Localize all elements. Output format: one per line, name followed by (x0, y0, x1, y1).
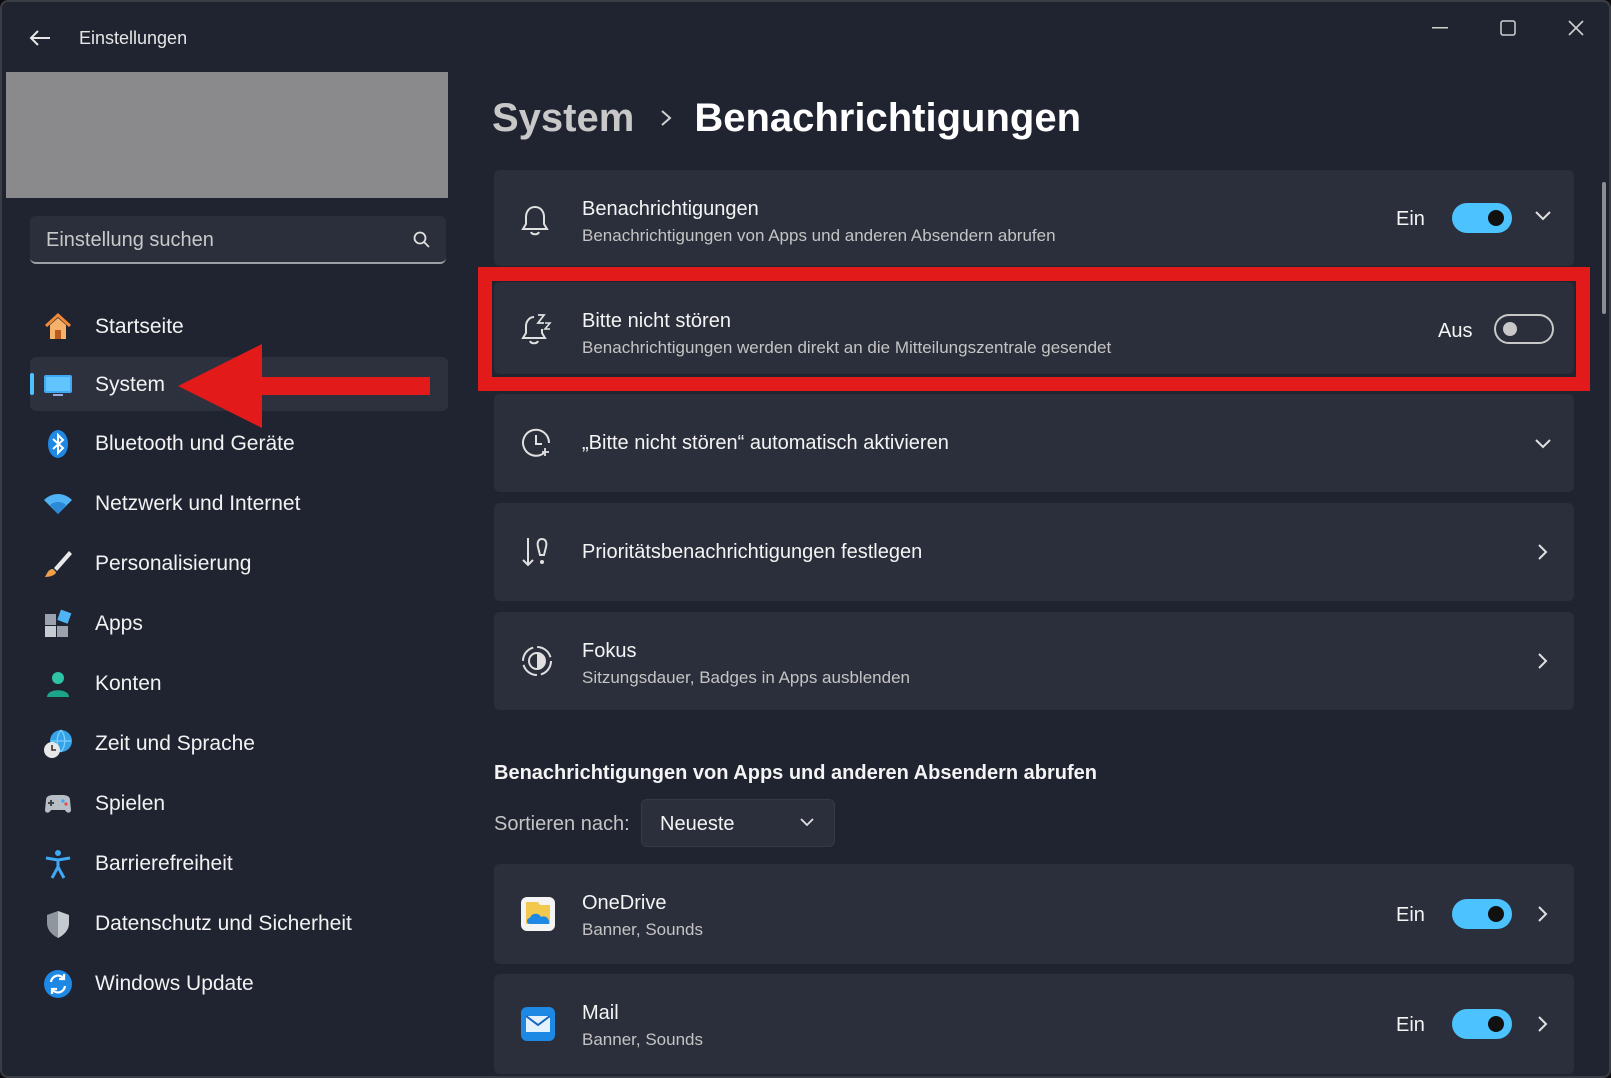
sidebar-item-label: Windows Update (95, 972, 254, 995)
minimize-button[interactable] (1414, 12, 1466, 44)
focus-icon (522, 646, 552, 676)
chevron-right-icon[interactable] (1537, 543, 1549, 561)
sidebar-item-konten[interactable]: Konten (30, 656, 448, 710)
scrollbar[interactable] (1602, 182, 1606, 314)
sidebar-item-label: Startseite (95, 315, 184, 338)
chevron-right-icon (661, 110, 672, 126)
app-row-onedrive[interactable]: OneDrive Banner, Sounds Ein (494, 864, 1574, 964)
sidebar-item-netzwerk[interactable]: Netzwerk und Internet (30, 476, 448, 530)
sidebar-item-apps[interactable]: Apps (30, 596, 448, 650)
red-arrow-annotation (178, 344, 430, 428)
gamepad-icon (45, 795, 71, 813)
app-name: Mail (582, 1002, 619, 1024)
priority-notifications-card[interactable]: Prioritätsbenachrichtigungen festlegen (494, 503, 1574, 601)
brush-icon (45, 551, 72, 577)
breadcrumb: System Benachrichtigungen (492, 90, 1081, 146)
sidebar-item-label: Datenschutz und Sicherheit (95, 912, 352, 935)
sidebar-item-datenschutz[interactable]: Datenschutz und Sicherheit (30, 896, 448, 950)
sort-dropdown[interactable]: Neueste (641, 799, 835, 847)
app-title: Einstellungen (79, 28, 188, 48)
profile-area[interactable] (6, 72, 448, 198)
monitor-icon (44, 375, 72, 396)
sort-label: Sortieren nach: (494, 813, 630, 835)
sidebar-item-zeit-und-sprache[interactable]: Zeit und Sprache (30, 716, 448, 770)
toggle-state-label: Ein (1396, 904, 1425, 926)
sidebar-item-label: Konten (95, 672, 162, 695)
section-heading: Benachrichtigungen von Apps und anderen … (494, 762, 1098, 784)
maximize-button[interactable] (1482, 12, 1534, 44)
sidebar-item-label: Personalisierung (95, 552, 252, 575)
sort-priority-icon (522, 537, 548, 567)
sidebar-item-label: Barrierefreiheit (95, 852, 233, 875)
mail-toggle[interactable] (1452, 1009, 1512, 1039)
person-icon (47, 672, 69, 697)
sidebar-item-personalisierung[interactable]: Personalisierung (30, 536, 448, 590)
toggle-state-label: Ein (1396, 208, 1425, 230)
search-placeholder: Einstellung suchen (46, 229, 214, 251)
auto-dnd-card[interactable]: „Bitte nicht stören“ automatisch aktivie… (494, 394, 1574, 492)
chevron-down-icon (800, 818, 814, 827)
active-indicator (30, 373, 34, 395)
accessibility-icon (45, 850, 71, 879)
notifications-toggle[interactable] (1452, 203, 1512, 233)
app-detail: Banner, Sounds (582, 1030, 703, 1049)
onedrive-toggle[interactable] (1452, 899, 1512, 929)
title-bar: Einstellungen (2, 2, 1609, 68)
card-subtitle: Sitzungsdauer, Badges in Apps ausblenden (582, 668, 910, 687)
chevron-down-icon[interactable] (1534, 438, 1552, 450)
sidebar-item-label: Netzwerk und Internet (95, 492, 301, 515)
toggle-knob (1488, 210, 1504, 226)
chevron-right-icon[interactable] (1537, 905, 1549, 923)
onedrive-icon (521, 897, 555, 931)
sidebar-item-label: Spielen (95, 792, 166, 815)
chevron-right-icon[interactable] (1537, 1015, 1549, 1033)
sort-value: Neueste (660, 813, 735, 835)
page-title: Benachrichtigungen (694, 95, 1082, 140)
breadcrumb-parent[interactable]: System (492, 96, 634, 141)
settings-window: Einstellungen Einstellung suchen Startse… (0, 0, 1611, 1078)
toggle-knob (1488, 906, 1504, 922)
toggle-knob (1488, 1016, 1504, 1032)
minimize-icon (1432, 27, 1448, 29)
sidebar-item-windows-update[interactable]: Windows Update (30, 956, 448, 1010)
card-title: „Bitte nicht stören“ automatisch aktivie… (582, 432, 949, 454)
sidebar-item-label: Zeit und Sprache (95, 732, 255, 755)
focus-card[interactable]: Fokus Sitzungsdauer, Badges in Apps ausb… (494, 612, 1574, 710)
app-name: OneDrive (582, 892, 667, 914)
card-subtitle: Benachrichtigungen von Apps und anderen … (582, 226, 1056, 245)
notifications-card[interactable]: Benachrichtigungen Benachrichtigungen vo… (494, 170, 1574, 266)
close-icon (1568, 20, 1584, 36)
search-input[interactable]: Einstellung suchen (30, 216, 446, 264)
toggle-state-label: Ein (1396, 1014, 1425, 1036)
clock-icon (522, 428, 551, 457)
red-highlight-annotation (478, 267, 1590, 391)
apps-icon (45, 609, 72, 637)
search-icon (413, 231, 430, 248)
bluetooth-icon (48, 430, 68, 458)
app-detail: Banner, Sounds (582, 920, 703, 939)
bell-icon (521, 205, 549, 236)
card-title: Benachrichtigungen (582, 198, 759, 220)
mail-icon (521, 1007, 555, 1041)
shield-icon (47, 911, 69, 938)
maximize-icon (1500, 20, 1516, 36)
card-title: Prioritätsbenachrichtigungen festlegen (582, 541, 923, 563)
app-row-mail[interactable]: Mail Banner, Sounds Ein (494, 974, 1574, 1074)
arrow-left-icon (29, 30, 50, 46)
card-title: Fokus (582, 640, 637, 662)
sidebar-item-spielen[interactable]: Spielen (30, 776, 448, 830)
sidebar-item-label: System (95, 373, 166, 396)
sidebar-item-label: Apps (95, 612, 143, 635)
chevron-down-icon[interactable] (1534, 210, 1552, 222)
wifi-icon (44, 494, 72, 514)
home-icon (44, 312, 72, 339)
sidebar-item-barrierefreiheit[interactable]: Barrierefreiheit (30, 836, 448, 890)
chevron-right-icon[interactable] (1537, 652, 1549, 670)
update-icon (44, 970, 72, 998)
globe-clock-icon (44, 729, 72, 758)
back-button[interactable] (24, 24, 56, 52)
sidebar-item-label: Bluetooth und Geräte (95, 432, 295, 455)
close-button[interactable] (1550, 12, 1602, 44)
